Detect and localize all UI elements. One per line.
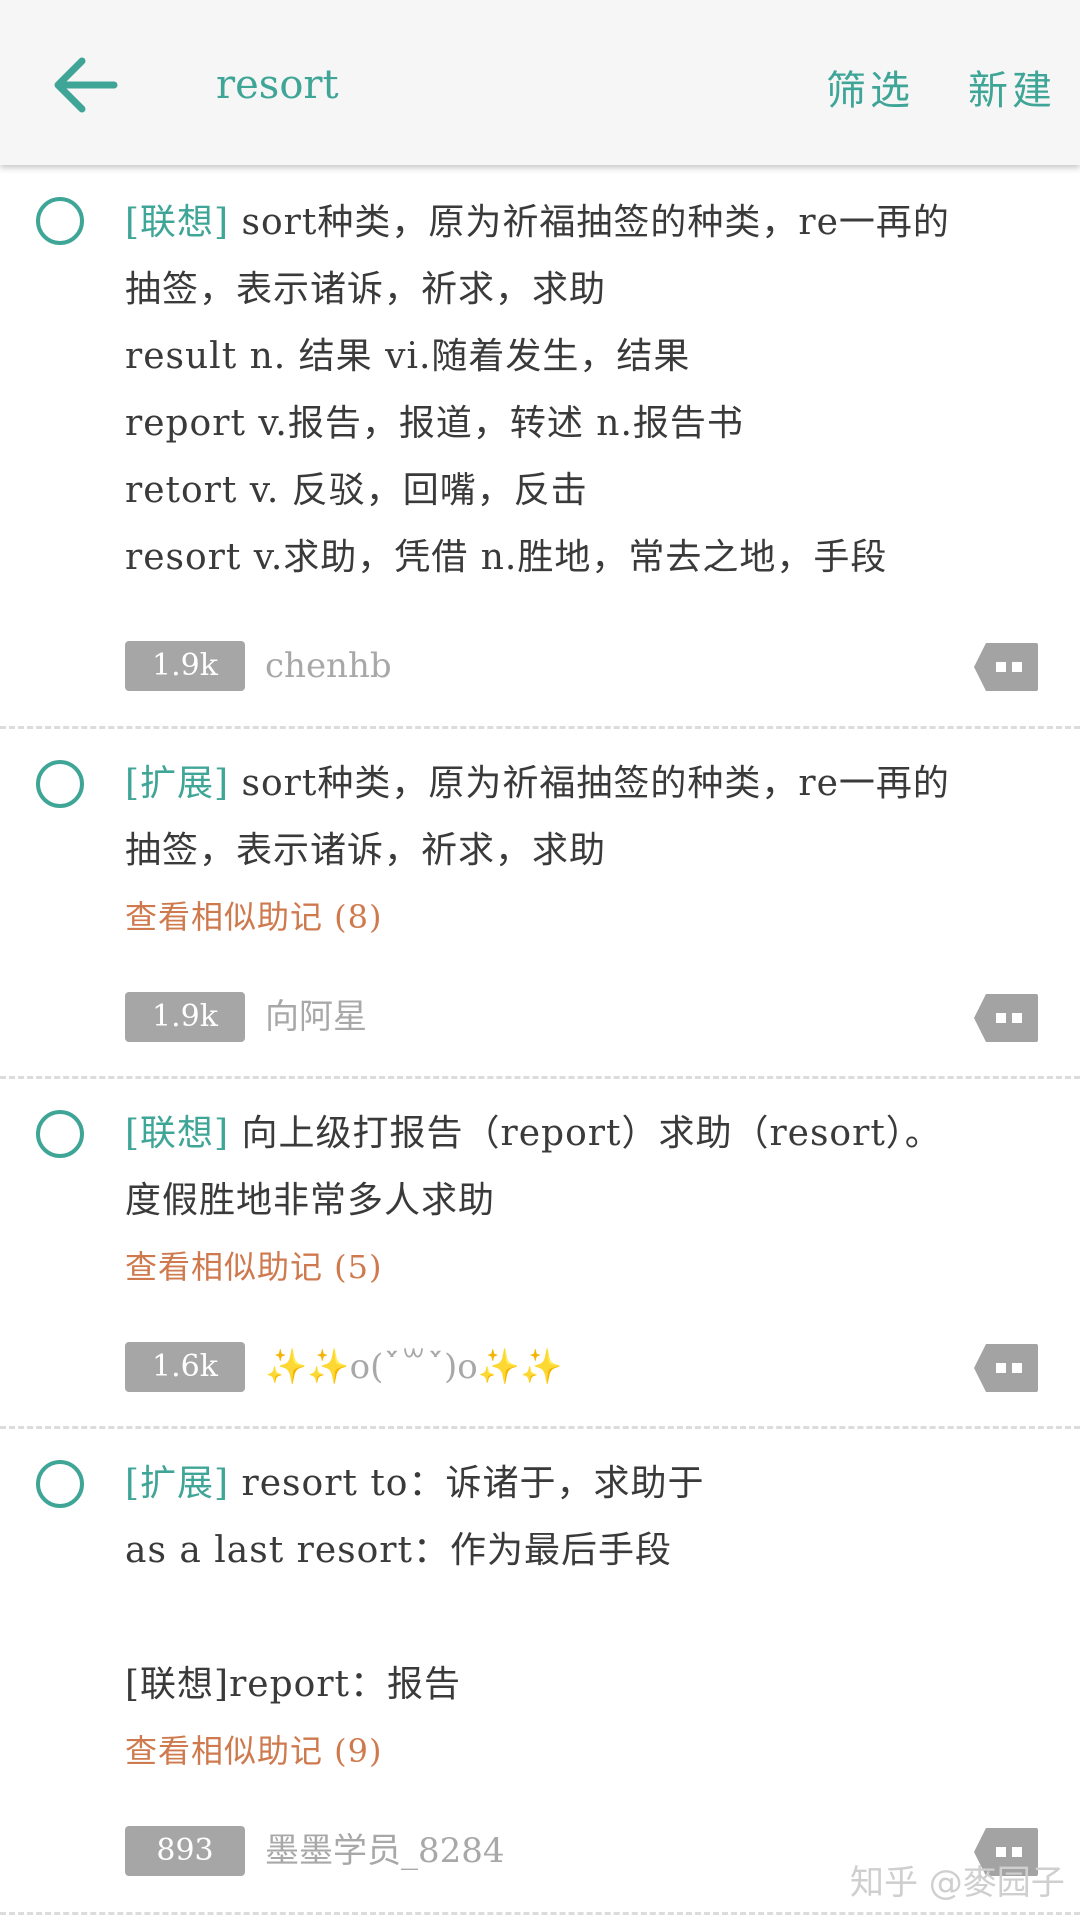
mnemonic-line: 抽签，表示诸诉，祈求，求助 xyxy=(125,830,607,871)
entry-divider xyxy=(0,1076,1080,1079)
filter-button[interactable]: 筛选 xyxy=(826,58,914,116)
entry-divider xyxy=(0,1426,1080,1429)
author-name: 墨墨学员_8284 xyxy=(265,1831,505,1871)
select-radio[interactable] xyxy=(36,760,84,808)
mnemonic-line: result n. 结果 vi.随着发生，结果 xyxy=(125,336,691,377)
view-similar-link[interactable]: 查看相似助记 (8) xyxy=(125,884,1025,951)
top-bar: resort 筛选 新建 xyxy=(0,0,1080,165)
comment-icon[interactable] xyxy=(972,641,1040,693)
author-name: ✨✨ο(ˊ̀꒳ˋ́)ο✨✨ xyxy=(265,1347,563,1387)
mnemonic-line: resort v.求助，凭借 n.胜地，常去之地，手段 xyxy=(125,537,888,578)
like-count-badge[interactable]: 893 xyxy=(125,1826,245,1876)
mnemonic-text: [联想] sort种类，原为祈福抽签的种类，re一再的 抽签，表示诸诉，祈求，求… xyxy=(125,189,1025,591)
mnemonic-text: [扩展] sort种类，原为祈福抽签的种类，re一再的 抽签，表示诸诉，祈求，求… xyxy=(125,750,1025,951)
mnemonic-tag: [扩展] xyxy=(125,1463,230,1504)
mnemonic-line xyxy=(125,1584,1025,1651)
watermark-text: 知乎 @麥园子 xyxy=(850,1863,1065,1903)
view-similar-link[interactable]: 查看相似助记 (5) xyxy=(125,1234,1025,1301)
mnemonic-tag: [扩展] xyxy=(125,763,230,804)
mnemonic-tag: [联想] xyxy=(125,202,230,243)
mnemonic-line: as a last resort：作为最后手段 xyxy=(125,1530,672,1571)
select-radio[interactable] xyxy=(36,197,84,245)
author-name: 向阿星 xyxy=(265,997,367,1037)
view-similar-link[interactable]: 查看相似助记 (9) xyxy=(125,1718,1025,1785)
mnemonic-line: 抽签，表示诸诉，祈求，求助 xyxy=(125,269,607,310)
entry-divider xyxy=(0,726,1080,729)
mnemonic-text: [联想] 向上级打报告（report）求助（resort）。 度假胜地非常多人求… xyxy=(125,1100,1025,1301)
entry-divider xyxy=(0,1912,1080,1915)
mnemonic-line: [联想]report：报告 xyxy=(125,1664,461,1705)
author-name: chenhb xyxy=(265,646,392,686)
like-count-badge[interactable]: 1.9k xyxy=(125,992,245,1042)
comment-icon[interactable] xyxy=(972,992,1040,1044)
select-radio[interactable] xyxy=(36,1460,84,1508)
page-title: resort xyxy=(216,62,339,108)
like-count-badge[interactable]: 1.9k xyxy=(125,641,245,691)
mnemonic-line: sort种类，原为祈福抽签的种类，re一再的 xyxy=(229,202,950,243)
mnemonic-line: 向上级打报告（report）求助（resort）。 xyxy=(229,1113,942,1154)
mnemonic-line: resort to：诉诸于，求助于 xyxy=(229,1463,705,1504)
comment-icon[interactable] xyxy=(972,1342,1040,1394)
mnemonic-text: [扩展] resort to：诉诸于，求助于 as a last resort：… xyxy=(125,1450,1025,1785)
new-button[interactable]: 新建 xyxy=(968,58,1056,116)
mnemonic-line: sort种类，原为祈福抽签的种类，re一再的 xyxy=(229,763,950,804)
mnemonic-line: 度假胜地非常多人求助 xyxy=(125,1180,496,1221)
mnemonic-line: retort v. 反驳，回嘴，反击 xyxy=(125,470,588,511)
back-arrow-icon[interactable] xyxy=(48,54,120,116)
select-radio[interactable] xyxy=(36,1110,84,1158)
mnemonic-line: report v.报告，报道，转述 n.报告书 xyxy=(125,403,744,444)
mnemonic-tag: [联想] xyxy=(125,1113,230,1154)
like-count-badge[interactable]: 1.6k xyxy=(125,1342,245,1392)
